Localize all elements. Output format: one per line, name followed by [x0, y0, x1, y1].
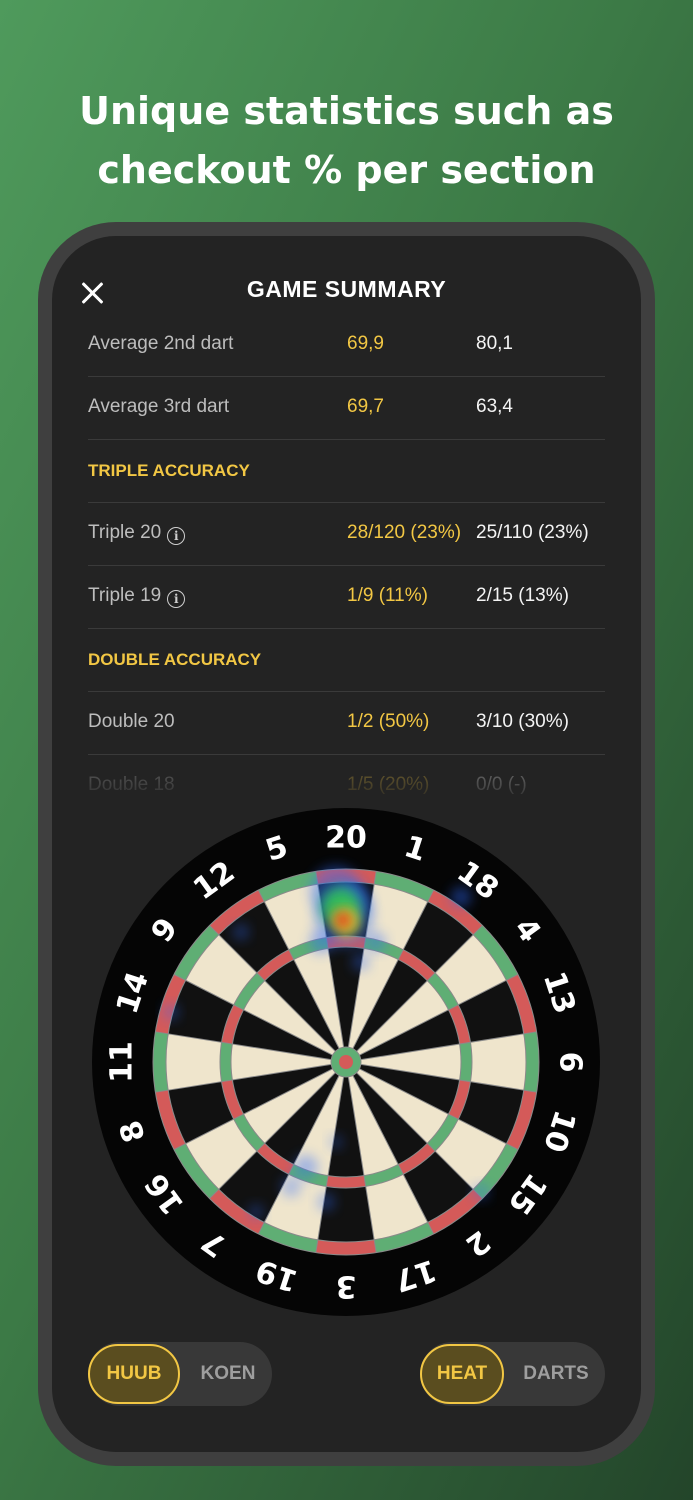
heat-spot	[294, 1155, 318, 1179]
heat-spot	[473, 1184, 489, 1200]
stat-label: Average 2nd dart	[88, 333, 233, 355]
player2-value: 3/10 (30%)	[476, 711, 569, 732]
stat-label: Triple 19 i	[88, 585, 186, 608]
stat-label-text: TRIPLE ACCURACY	[88, 461, 250, 480]
stat-label: Double 20	[88, 711, 175, 733]
stat-row: Double 20 1/2 (50%) 3/10 (30%)	[88, 692, 605, 755]
stat-row: Average 2nd dart 69,9 80,1	[88, 314, 605, 377]
headline-line-1: Unique statistics such as	[79, 89, 614, 133]
player2-value: 63,4	[476, 396, 513, 417]
player-option-koen[interactable]: KOEN	[184, 1342, 272, 1406]
player1-value: 1/9 (11%)	[347, 585, 428, 606]
board-number: 20	[325, 821, 367, 856]
stat-label-text: Triple 20	[88, 522, 162, 543]
heat-spot	[309, 930, 333, 954]
stat-label-text: Double 20	[88, 711, 175, 732]
board-number: 6	[553, 1052, 588, 1073]
stat-label-text: Average 3rd dart	[88, 396, 230, 417]
stat-label-text: Average 2nd dart	[88, 333, 234, 354]
section-header: DOUBLE ACCURACY	[88, 629, 605, 692]
heat-spot	[352, 953, 370, 971]
stat-row: Average 3rd dart 69,7 63,4	[88, 377, 605, 440]
heat-spot	[248, 1204, 264, 1220]
board-outer-single	[470, 1033, 526, 1091]
stat-label: Average 3rd dart	[88, 396, 229, 418]
stats-table[interactable]: Average 2nd dart 69,9 80,1 Average 3rd dart…	[88, 314, 605, 817]
player1-value: 28/120 (23%)	[347, 522, 462, 543]
stat-row: Triple 20 i 28/120 (23%) 25/110 (23%)	[88, 503, 605, 566]
heat-spot	[366, 932, 386, 952]
stat-label: DOUBLE ACCURACY	[88, 650, 261, 670]
dartboard-heatmap: 20 1 18 4 13 6 10 15 2 17 3 19 7 16 8 11 14 9 12 5	[90, 806, 602, 1318]
stat-label: TRIPLE ACCURACY	[88, 461, 250, 481]
player-option-huub[interactable]: HUUB	[88, 1344, 180, 1404]
section-header: TRIPLE ACCURACY	[88, 440, 605, 503]
headline-line-2: checkout % per section	[97, 148, 596, 192]
board-number: 3	[336, 1269, 357, 1304]
board-outer-single	[166, 1033, 222, 1091]
player1-value: 69,7	[347, 396, 384, 417]
board-bullseye	[339, 1055, 353, 1069]
page-title: GAME SUMMARY	[246, 276, 447, 302]
board-number: 11	[105, 1041, 140, 1083]
heat-spot	[329, 1135, 343, 1149]
stat-label-text: Triple 19	[88, 585, 162, 606]
heat-spot	[334, 911, 352, 929]
headline: Unique statistics such as checkout % per…	[0, 82, 693, 200]
stat-row: Triple 19 i 1/9 (11%) 2/15 (13%)	[88, 566, 605, 629]
player2-value: 25/110 (23%)	[476, 522, 589, 543]
scroll-fade	[52, 756, 641, 806]
heat-spot	[281, 1177, 301, 1197]
player-toggle: HUUB KOEN	[88, 1342, 272, 1406]
player2-value: 80,1	[476, 333, 513, 354]
player2-value: 2/15 (13%)	[476, 585, 569, 606]
stat-label-text: DOUBLE ACCURACY	[88, 650, 262, 669]
heat-spot	[233, 924, 249, 940]
info-icon[interactable]: i	[167, 590, 186, 608]
stat-label: Triple 20 i	[88, 522, 186, 545]
player1-value: 1/2 (50%)	[347, 711, 430, 732]
app-screen: GAME SUMMARY Average 2nd dart 69,9 80,1 Ave…	[52, 236, 641, 1452]
info-icon[interactable]: i	[167, 527, 186, 545]
heat-spot	[163, 1004, 179, 1020]
view-toggle: HEAT DARTS	[420, 1342, 605, 1406]
player1-value: 69,9	[347, 333, 384, 354]
view-option-darts[interactable]: DARTS	[510, 1342, 602, 1406]
heat-spot	[317, 1193, 335, 1211]
view-option-heat[interactable]: HEAT	[420, 1344, 504, 1404]
